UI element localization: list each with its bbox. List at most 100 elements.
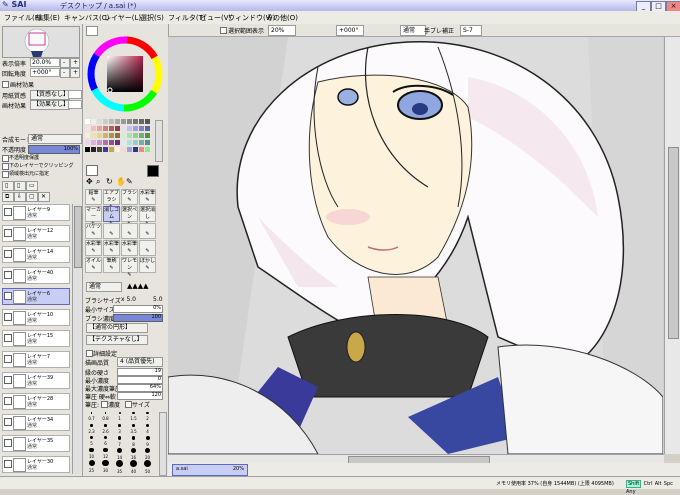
protect-opacity-checkbox[interactable] [2, 155, 9, 162]
visibility-toggle-icon[interactable] [4, 313, 12, 321]
quality-select[interactable]: 4 (品質優先) [117, 357, 163, 367]
color-swatch[interactable] [145, 147, 150, 152]
brush-size-preset[interactable]: 6 [99, 436, 112, 447]
layer-row[interactable]: レイヤー40 通常 [2, 267, 70, 284]
color-swatch[interactable] [103, 140, 108, 145]
menu-canvas[interactable]: キャンバス(C) [64, 13, 109, 23]
clear-layer-button[interactable]: ▢ [26, 192, 38, 202]
menu-layer[interactable]: レイヤー(L) [104, 13, 141, 23]
color-swatch[interactable] [121, 140, 126, 145]
menu-view[interactable]: ビュー(V) [200, 13, 231, 23]
brush-size-preset[interactable]: 3 [113, 424, 126, 435]
nav-angle-field[interactable]: +000° [30, 68, 60, 77]
color-swatch[interactable] [127, 147, 132, 152]
color-swatch[interactable] [85, 133, 90, 138]
tool-button[interactable]: 水彩筆 ✎ [139, 189, 156, 205]
canvas-vertical-scrollbar[interactable] [664, 37, 680, 454]
pressure-density-checkbox[interactable] [101, 401, 108, 408]
color-swatch[interactable] [97, 119, 102, 124]
tool-button[interactable]: ✎ [121, 223, 138, 239]
brush-size-preset[interactable]: 4 [141, 424, 154, 435]
secondary-color[interactable] [86, 165, 98, 176]
tool-button[interactable]: バケツ ✎ [85, 223, 102, 239]
color-swatch[interactable] [133, 133, 138, 138]
brush-size-preset[interactable]: 10 [85, 448, 98, 459]
visibility-toggle-icon[interactable] [4, 229, 12, 237]
color-swatch[interactable] [133, 140, 138, 145]
color-swatch[interactable] [85, 147, 90, 152]
nav-angle-minus[interactable]: - [60, 68, 70, 78]
color-swatch[interactable] [91, 119, 96, 124]
nav-zoom-field[interactable]: 20.0% [30, 58, 60, 67]
visibility-toggle-icon[interactable] [4, 208, 12, 216]
layer-list-scrollbar[interactable] [72, 204, 82, 474]
color-swatch[interactable] [139, 147, 144, 152]
move-icon[interactable]: ✥ [86, 177, 93, 186]
color-swatch[interactable] [97, 147, 102, 152]
layer-row[interactable]: レイヤー7 通常 [2, 351, 70, 368]
pressure-size-checkbox[interactable] [125, 401, 132, 408]
color-swatch[interactable] [145, 119, 150, 124]
navigator-preview[interactable] [2, 26, 80, 58]
brush-size-preset[interactable]: 1 [113, 412, 126, 423]
color-swatch[interactable] [85, 140, 90, 145]
color-swatch[interactable] [109, 147, 114, 152]
color-swatch[interactable] [139, 119, 144, 124]
tool-button[interactable]: ✎ [139, 240, 156, 256]
color-swatch[interactable] [127, 119, 132, 124]
color-swatch[interactable] [121, 126, 126, 131]
color-swatch[interactable] [109, 140, 114, 145]
visibility-toggle-icon[interactable] [4, 250, 12, 258]
color-swatch[interactable] [97, 140, 102, 145]
brush-size-preset[interactable]: 2.3 [85, 424, 98, 435]
layer-blend-select[interactable]: 通常 [28, 134, 82, 144]
brush-size-preset[interactable]: 14 [113, 448, 126, 460]
layer-row[interactable]: レイヤー35 通常 [2, 435, 70, 452]
clipping-checkbox[interactable] [2, 163, 9, 170]
tool-button[interactable]: 選択消し✎ [139, 206, 156, 227]
color-swatch[interactable] [127, 126, 132, 131]
color-swatch[interactable] [103, 126, 108, 131]
brush-size-preset[interactable]: 12 [99, 448, 112, 459]
visibility-toggle-icon[interactable] [4, 376, 12, 384]
tool-button[interactable]: 選択ペン✎ [121, 206, 138, 227]
color-swatch[interactable] [109, 126, 114, 131]
color-swatch[interactable] [97, 133, 102, 138]
color-swatch[interactable] [145, 126, 150, 131]
menu-other[interactable]: その他(O) [266, 13, 298, 23]
color-swatch[interactable] [115, 133, 120, 138]
visibility-toggle-icon[interactable] [4, 355, 12, 363]
brush-mode-select[interactable]: 通常 [86, 282, 122, 292]
paper-texture-select[interactable]: 【質感なし】 [30, 90, 70, 100]
copy-layer-button[interactable]: ⧉ [2, 192, 14, 202]
brush-size-scrollbar[interactable] [159, 412, 167, 476]
brush-density-slider[interactable]: 100 [113, 314, 163, 322]
brush-shape-select[interactable]: 【通常の円形】 [86, 323, 148, 333]
tool-button[interactable]: オイル ✎ [85, 257, 102, 273]
canvas-vertical-scroll-thumb[interactable] [668, 147, 679, 339]
layer-row[interactable]: レイヤー34 通常 [2, 414, 70, 431]
visibility-toggle-icon[interactable] [4, 397, 12, 405]
hand-icon[interactable]: ✋ [116, 177, 126, 186]
nav-angle-plus[interactable]: + [70, 68, 80, 78]
brush-shape-presets[interactable]: ▲▲▲▲ [127, 282, 163, 291]
color-swatch[interactable] [127, 140, 132, 145]
new-layer-button[interactable]: ▯ [2, 181, 14, 191]
color-swatch[interactable] [133, 147, 138, 152]
eyedropper-icon[interactable]: ✎ [126, 177, 133, 186]
color-swatch[interactable] [121, 147, 126, 152]
visibility-toggle-icon[interactable] [4, 418, 12, 426]
brush-size-preset[interactable]: 9 [141, 436, 154, 447]
color-swatch[interactable] [109, 119, 114, 124]
rotation-select[interactable]: +000° [336, 25, 364, 36]
visibility-toggle-icon[interactable] [4, 292, 12, 300]
new-linework-layer-button[interactable]: ▯ [14, 181, 26, 191]
color-swatch[interactable] [115, 140, 120, 145]
tool-button[interactable]: 水彩筆 ✎ [103, 240, 120, 256]
rotate-icon[interactable]: ↻ [106, 177, 113, 186]
pressure-curve-slider[interactable]: 120 [117, 392, 163, 400]
color-swatch[interactable] [91, 133, 96, 138]
layer-row[interactable]: レイヤー14 通常 [2, 246, 70, 263]
visibility-toggle-icon[interactable] [4, 271, 12, 279]
layer-row[interactable]: レイヤー10 通常 [2, 309, 70, 326]
